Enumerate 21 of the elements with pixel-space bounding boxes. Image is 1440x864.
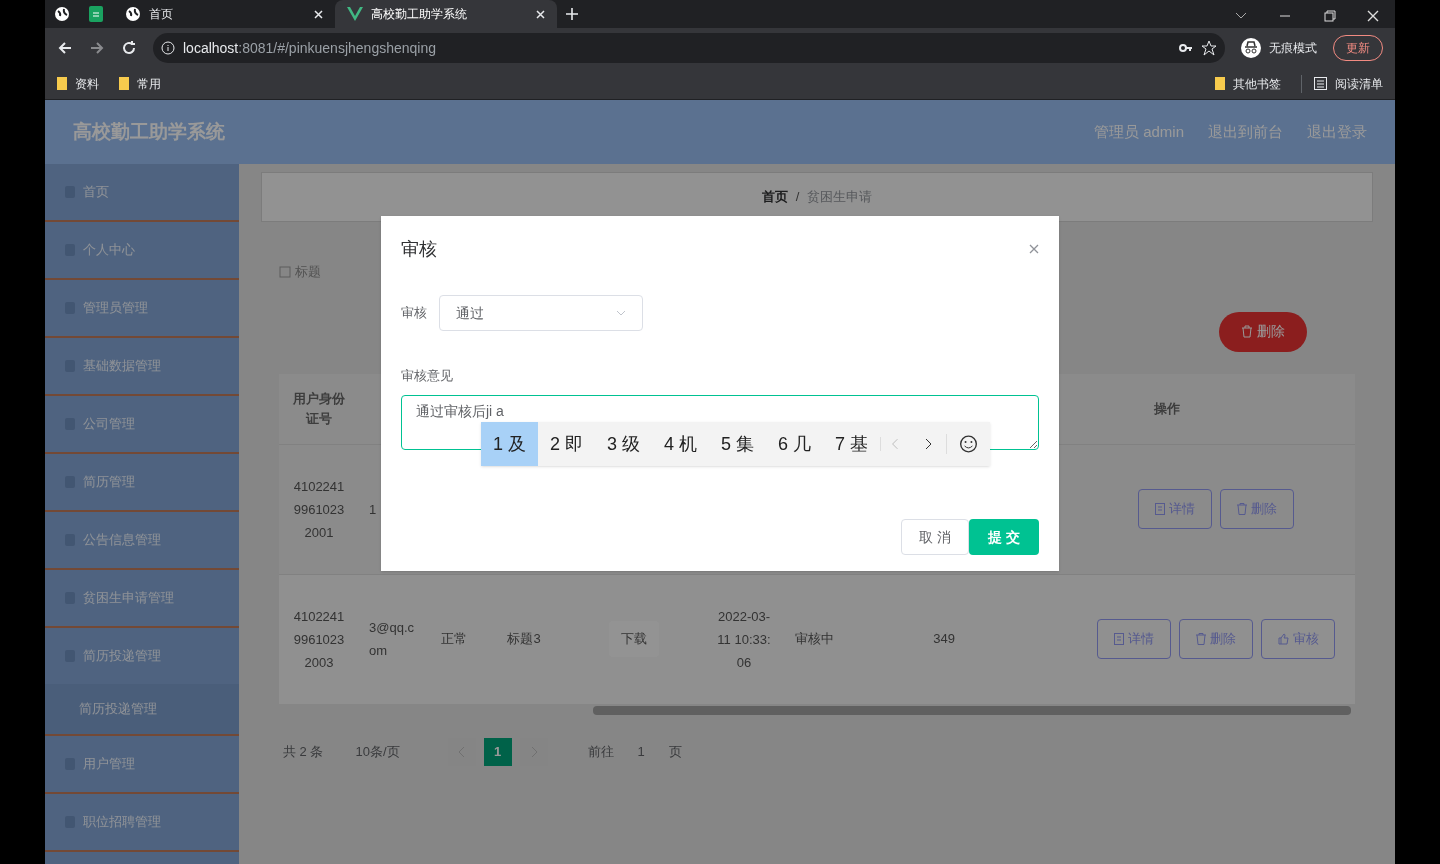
table-cell-text: 1 <box>368 500 378 519</box>
field-label: 审核意见 <box>401 368 453 383</box>
url-text: localhost:8081/#/pinkuensjhengshenqing <box>183 38 436 58</box>
breadcrumb-item: 贫困生申请 <box>807 188 873 207</box>
breadcrumb-separator: / <box>795 188 800 207</box>
table-cell-text: 3@qq.com <box>368 619 415 660</box>
field-label: 审核 <box>401 304 427 323</box>
total-count: 共 2 条 <box>283 742 324 761</box>
table-cell-text: 标题3 <box>506 630 542 649</box>
column-header: 用户身份证号 <box>292 390 346 428</box>
table-cell-text: 2022-03-11 10:33:06 <box>716 607 772 672</box>
table-cell-text: 349 <box>932 630 956 649</box>
table-cell-text: 410224199610232003 <box>292 607 346 672</box>
table-cell-text: 410224199610232001 <box>292 477 346 542</box>
page-unit-label: 页 <box>668 742 682 761</box>
table-cell-text: 审核中 <box>793 630 835 649</box>
table-cell-text: 正常 <box>440 630 468 649</box>
goto-label: 前往 <box>587 742 614 761</box>
column-header: 操作 <box>1153 399 1181 418</box>
app-title: 高校勤工助学系统 <box>73 119 225 144</box>
dialog-title: 审核 <box>401 238 437 261</box>
